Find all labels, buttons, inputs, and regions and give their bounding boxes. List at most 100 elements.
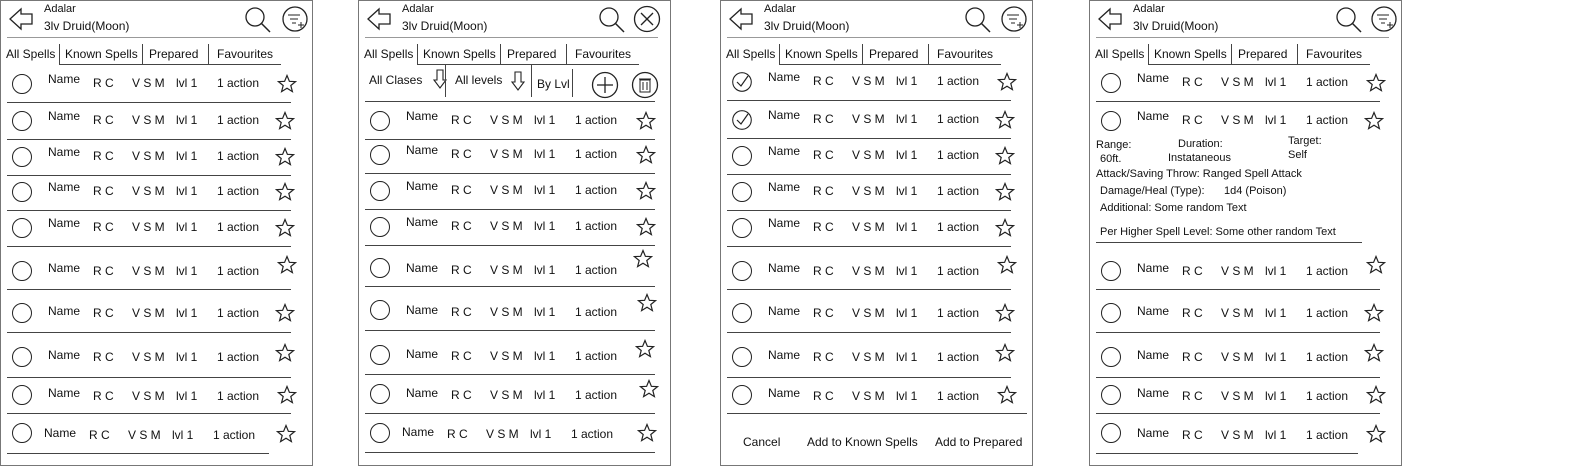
star-outline-icon[interactable] — [275, 182, 295, 202]
spell-row[interactable]: Name R C V S M lvl 1 1 action — [359, 103, 659, 140]
spell-row[interactable]: Name R C V S M lvl 1 1 action — [359, 289, 659, 331]
tab-all-spells[interactable]: All Spells — [1092, 44, 1148, 64]
spell-row[interactable]: Name R C V S M lvl 1 1 action — [1, 293, 301, 333]
spell-row[interactable]: Name R C V S M lvl 1 1 action — [1090, 338, 1390, 378]
cancel-button[interactable]: Cancel — [743, 435, 780, 449]
spell-row[interactable]: Name R C V S M lvl 1 1 action — [359, 209, 659, 246]
radio-icon[interactable] — [370, 258, 390, 278]
radio-icon[interactable] — [732, 182, 752, 202]
star-outline-icon[interactable] — [995, 303, 1015, 323]
star-outline-icon[interactable] — [636, 145, 656, 165]
star-outline-icon[interactable] — [1364, 343, 1384, 363]
spell-row[interactable]: Name R C V S M lvl 1 1 action — [721, 174, 1021, 211]
radio-icon[interactable] — [370, 111, 390, 131]
spell-row[interactable]: Name R C V S M lvl 1 1 action — [1, 338, 301, 378]
star-outline-icon[interactable] — [637, 293, 657, 313]
star-outline-icon[interactable] — [277, 255, 297, 275]
filter-add-icon[interactable] — [281, 5, 309, 33]
search-icon[interactable] — [1334, 5, 1362, 33]
star-outline-icon[interactable] — [636, 181, 656, 201]
spell-row[interactable]: Name R C V S M lvl 1 1 action — [1, 416, 301, 454]
radio-icon[interactable] — [732, 303, 752, 323]
radio-icon[interactable] — [12, 147, 32, 167]
radio-icon[interactable] — [370, 145, 390, 165]
add-icon[interactable] — [591, 71, 619, 99]
class-filter-dropdown[interactable]: All Clases — [369, 67, 447, 101]
star-outline-icon[interactable] — [995, 343, 1015, 363]
radio-icon[interactable] — [370, 423, 390, 443]
spell-row[interactable]: Name R C V S M lvl 1 1 action — [1, 139, 301, 176]
search-icon[interactable] — [597, 5, 625, 33]
radio-icon[interactable] — [12, 303, 32, 323]
spell-row[interactable]: Name R C V S M lvl 1 1 action — [359, 173, 659, 210]
star-outline-icon[interactable] — [277, 74, 297, 94]
spell-row[interactable]: Name R C V S M lvl 1 1 action — [721, 338, 1021, 378]
star-outline-icon[interactable] — [275, 343, 295, 363]
spell-row[interactable]: Name R C V S M lvl 1 1 action — [721, 102, 1021, 139]
trash-icon[interactable] — [631, 71, 659, 99]
tab-prepared[interactable]: Prepared — [1235, 44, 1295, 64]
sort-dropdown[interactable]: By Lvl — [537, 67, 577, 101]
star-outline-icon[interactable] — [1366, 385, 1386, 405]
radio-icon[interactable] — [1101, 385, 1121, 405]
radio-icon[interactable] — [12, 111, 32, 131]
radio-icon[interactable] — [732, 218, 752, 238]
star-outline-icon[interactable] — [639, 379, 659, 399]
radio-icon[interactable] — [1101, 423, 1121, 443]
radio-icon[interactable] — [12, 218, 32, 238]
radio-icon[interactable] — [12, 423, 32, 443]
spell-row[interactable]: Name R C V S M lvl 1 1 action — [721, 251, 1021, 290]
radio-icon[interactable] — [370, 300, 390, 320]
spell-row-expanded[interactable]: Name R C V S M lvl 1 1 action Range: 60f… — [1090, 103, 1390, 243]
star-outline-icon[interactable] — [995, 146, 1015, 166]
tab-known-spells[interactable]: Known Spells — [782, 44, 860, 64]
close-icon[interactable] — [633, 5, 661, 33]
search-icon[interactable] — [963, 5, 991, 33]
back-arrow-icon[interactable] — [7, 5, 35, 33]
spell-row[interactable]: Name R C V S M lvl 1 1 action — [1090, 65, 1390, 102]
star-outline-icon[interactable] — [275, 111, 295, 131]
star-outline-icon[interactable] — [995, 182, 1015, 202]
radio-icon[interactable] — [370, 345, 390, 365]
filter-add-icon[interactable] — [1370, 5, 1398, 33]
level-filter-dropdown[interactable]: All levels — [455, 67, 527, 101]
radio-icon[interactable] — [12, 347, 32, 367]
star-outline-icon[interactable] — [277, 385, 297, 405]
spell-row[interactable]: Name R C V S M lvl 1 1 action — [359, 335, 659, 375]
search-icon[interactable] — [243, 5, 271, 33]
radio-icon[interactable] — [370, 181, 390, 201]
star-outline-icon[interactable] — [997, 72, 1017, 92]
tab-favourites[interactable]: Favourites — [214, 44, 284, 64]
star-outline-icon[interactable] — [1366, 73, 1386, 93]
tab-known-spells[interactable]: Known Spells — [420, 44, 498, 64]
spell-row[interactable]: Name R C V S M lvl 1 1 action — [721, 210, 1021, 247]
tab-known-spells[interactable]: Known Spells — [62, 44, 140, 64]
star-outline-icon[interactable] — [1366, 255, 1386, 275]
spell-row[interactable]: Name R C V S M lvl 1 1 action — [1, 103, 301, 140]
radio-icon[interactable] — [732, 385, 752, 405]
tab-prepared[interactable]: Prepared — [866, 44, 926, 64]
tab-favourites[interactable]: Favourites — [934, 44, 1004, 64]
star-outline-icon[interactable] — [1366, 424, 1386, 444]
radio-checked-icon[interactable] — [732, 72, 752, 92]
spell-row[interactable]: Name R C V S M lvl 1 1 action — [721, 378, 1027, 414]
star-outline-icon[interactable] — [633, 249, 653, 269]
star-outline-icon[interactable] — [636, 111, 656, 131]
radio-icon[interactable] — [1101, 261, 1121, 281]
star-outline-icon[interactable] — [635, 339, 655, 359]
tab-favourites[interactable]: Favourites — [1303, 44, 1373, 64]
spell-row[interactable]: Name R C V S M lvl 1 1 action — [1, 251, 301, 290]
radio-icon[interactable] — [12, 261, 32, 281]
tab-prepared[interactable]: Prepared — [504, 44, 564, 64]
spell-row[interactable]: Name R C V S M lvl 1 1 action — [1, 378, 301, 414]
spell-row[interactable]: Name R C V S M lvl 1 1 action — [1090, 416, 1390, 454]
spell-row[interactable]: Name R C V S M lvl 1 1 action — [1, 210, 301, 247]
star-outline-icon[interactable] — [637, 423, 657, 443]
star-outline-icon[interactable] — [995, 218, 1015, 238]
star-outline-icon[interactable] — [636, 217, 656, 237]
spell-row[interactable]: Name R C V S M lvl 1 1 action — [359, 415, 659, 453]
tab-all-spells[interactable]: All Spells — [3, 44, 59, 64]
back-arrow-icon[interactable] — [1096, 5, 1124, 33]
star-outline-icon[interactable] — [275, 147, 295, 167]
star-outline-icon[interactable] — [275, 218, 295, 238]
